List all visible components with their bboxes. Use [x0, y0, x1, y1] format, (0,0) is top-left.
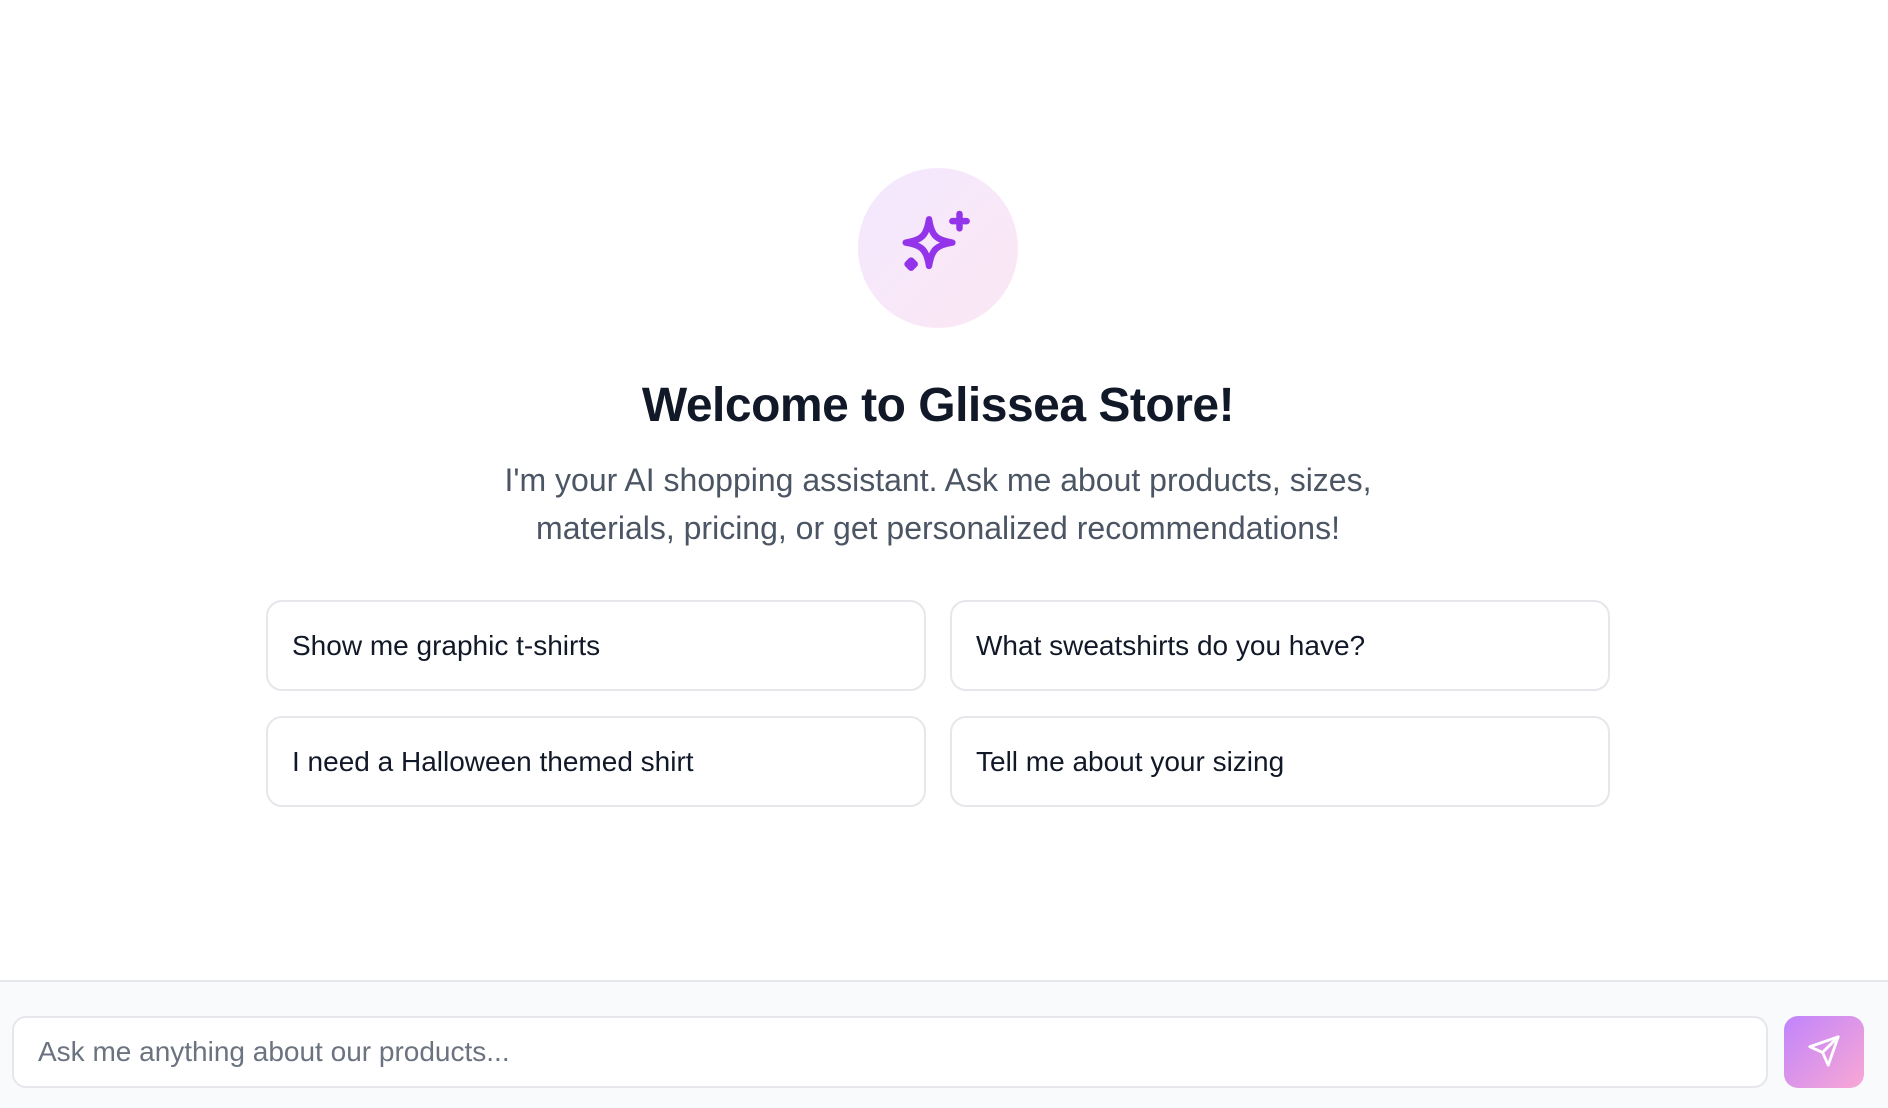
suggestion-halloween-shirt[interactable]: I need a Halloween themed shirt	[266, 716, 926, 807]
chat-composer	[0, 980, 1888, 1108]
welcome-title: Welcome to Glissea Store!	[641, 379, 1235, 432]
send-button[interactable]	[1784, 1016, 1864, 1088]
suggestion-label: What sweatshirts do you have?	[976, 629, 1366, 661]
sparkles-icon	[858, 168, 1018, 328]
suggestion-label: Show me graphic t-shirts	[292, 629, 601, 661]
welcome-subtitle: I'm your AI shopping assistant. Ask me a…	[504, 462, 1372, 546]
suggestion-label: Tell me about your sizing	[976, 745, 1285, 777]
chat-message-input[interactable]	[12, 1016, 1768, 1088]
suggestion-grid: Show me graphic t-shirts What sweatshirt…	[266, 600, 1610, 807]
send-icon	[1807, 1034, 1841, 1071]
suggestion-graphic-tshirts[interactable]: Show me graphic t-shirts	[266, 600, 926, 691]
chat-main-area: Welcome to Glissea Store! I'm your AI sh…	[0, 0, 1888, 980]
suggestion-sizing[interactable]: Tell me about your sizing	[950, 716, 1610, 807]
suggestion-label: I need a Halloween themed shirt	[292, 745, 694, 777]
suggestion-sweatshirts[interactable]: What sweatshirts do you have?	[950, 600, 1610, 691]
